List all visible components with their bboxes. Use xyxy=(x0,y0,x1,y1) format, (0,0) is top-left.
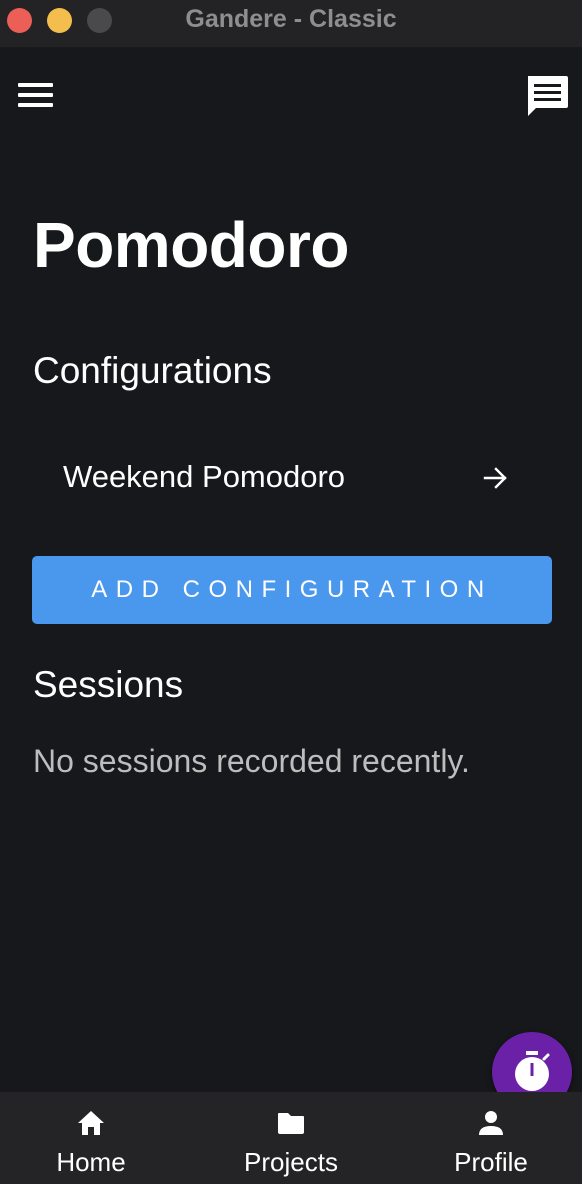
folder-icon xyxy=(278,1113,304,1134)
nav-item-home[interactable]: Home xyxy=(0,1092,188,1184)
nav-label-profile: Profile xyxy=(454,1147,528,1177)
home-icon xyxy=(78,1111,104,1135)
configuration-item[interactable]: Weekend Pomodoro xyxy=(33,440,552,516)
window-title: Gandere - Classic xyxy=(185,5,397,33)
configuration-item-label: Weekend Pomodoro xyxy=(63,459,346,494)
nav-item-profile[interactable]: Profile xyxy=(394,1092,582,1184)
bottom-navigation: Home Projects Profile xyxy=(0,1092,582,1184)
nav-item-projects[interactable]: Projects xyxy=(194,1092,388,1184)
app-window: Gandere - Classic Pomodoro Configuration… xyxy=(0,0,582,1184)
sessions-empty-text: No sessions recorded recently. xyxy=(33,743,470,779)
chat-feedback-icon[interactable] xyxy=(524,74,570,118)
person-icon xyxy=(479,1111,503,1135)
title-bar: Gandere - Classic xyxy=(0,0,582,48)
add-configuration-button[interactable]: ADD CONFIGURATION xyxy=(32,556,552,624)
nav-label-projects: Projects xyxy=(244,1147,338,1177)
arrow-right-icon xyxy=(483,466,509,490)
configurations-heading: Configurations xyxy=(33,350,272,391)
sessions-heading: Sessions xyxy=(33,664,184,705)
hamburger-menu-icon[interactable] xyxy=(16,80,56,112)
stopwatch-icon xyxy=(515,1051,550,1091)
page-title: Pomodoro xyxy=(33,209,349,281)
nav-label-home: Home xyxy=(56,1147,126,1177)
